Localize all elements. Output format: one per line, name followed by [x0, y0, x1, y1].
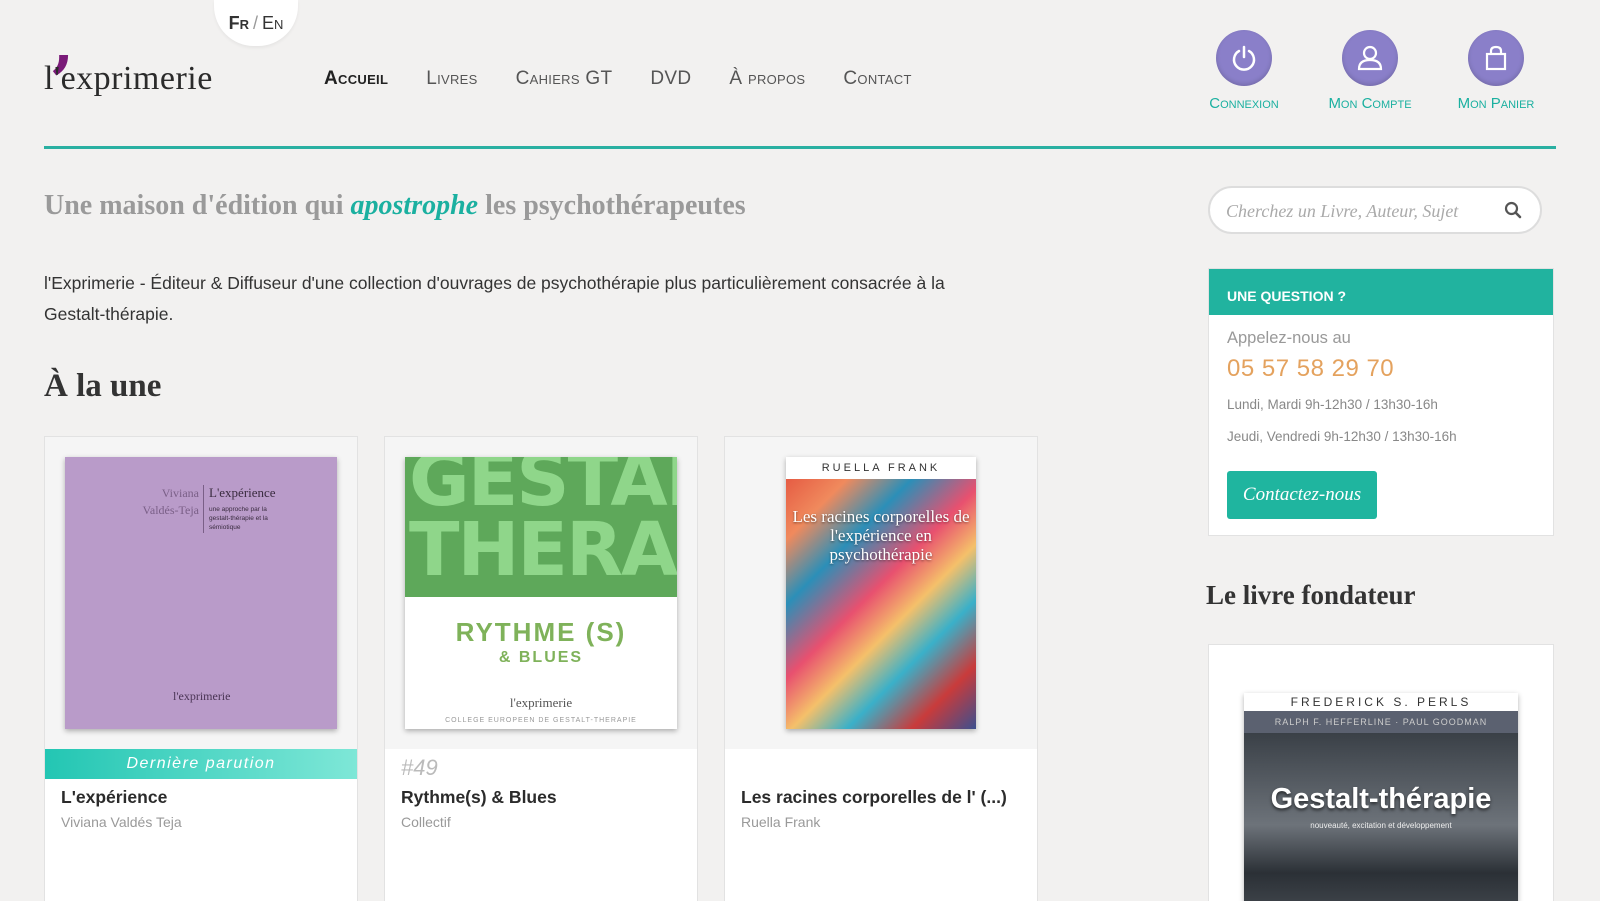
book-author: Viviana Valdés Teja — [61, 814, 182, 830]
cover-big-text: GESTALT THERAPIE — [409, 457, 677, 593]
tagline-start: Une maison d'édition qui — [44, 190, 351, 221]
main-nav: Accueil Livres Cahiers GT DVD À propos C… — [324, 68, 950, 90]
cover-subtitle: & BLUES — [498, 649, 584, 666]
lang-separator: / — [252, 12, 258, 33]
book-cover[interactable]: FREDERICK S. PERLS RALPH F. HEFFERLINE ·… — [1244, 693, 1518, 901]
opening-hours: Lundi, Mardi 9h-12h30 / 13h30-16h — [1227, 397, 1438, 412]
logo-text: l'exprimerie — [44, 60, 213, 97]
book-cover[interactable]: RUELLA FRANK Les racines corporelles de … — [786, 457, 976, 729]
book-cover[interactable]: GESTALT THERAPIE RYTHME (S) & BLUES l'ex… — [405, 457, 677, 729]
book-title[interactable]: Rythme(s) & Blues — [401, 787, 557, 808]
book-title[interactable]: Les racines corporelles de l' (...) — [741, 787, 1007, 808]
cover-publisher: l'exprimerie — [509, 695, 573, 710]
book-card[interactable]: RUELLA FRANK Les racines corporelles de … — [724, 436, 1038, 901]
cover-author-line-1: Viviana — [161, 486, 199, 500]
cover-title: RYTHME (S) — [455, 617, 627, 647]
cover-divider — [203, 485, 204, 533]
cover-title: Gestalt-thérapie — [1270, 783, 1492, 815]
cover-footer: COLLEGE EUROPEEN DE GESTALT-THERAPIE — [445, 717, 637, 724]
book-card[interactable]: Viviana Valdés-Teja L'expérience une appr… — [44, 436, 358, 901]
nav-a-propos[interactable]: À propos — [729, 68, 805, 90]
mon-compte-button[interactable]: Mon Compte — [1322, 30, 1418, 112]
phone-number[interactable]: 05 57 58 29 70 — [1227, 355, 1394, 383]
nav-livres[interactable]: Livres — [426, 68, 477, 90]
lang-en-link[interactable]: En — [262, 13, 283, 34]
lang-fr-link[interactable]: Fr — [229, 13, 249, 34]
book-card[interactable]: GESTALT THERAPIE RYTHME (S) & BLUES l'ex… — [384, 436, 698, 901]
question-heading: UNE QUESTION ? — [1209, 269, 1553, 315]
search-icon[interactable] — [1504, 201, 1522, 219]
call-label: Appelez-nous au — [1227, 329, 1351, 347]
nav-contact[interactable]: Contact — [843, 68, 911, 90]
founder-book-card[interactable]: FREDERICK S. PERLS RALPH F. HEFFERLINE ·… — [1208, 644, 1554, 901]
cover-banner: GESTALT THERAPIE — [405, 457, 677, 597]
cover-author: Viviana Valdés-Teja — [135, 485, 199, 519]
mon-panier-button[interactable]: Mon Panier — [1448, 30, 1544, 112]
featured-books: Viviana Valdés-Teja L'expérience une appr… — [44, 436, 1038, 901]
cover-publisher: l'exprimerie — [173, 689, 231, 703]
cover-artwork: RUELLA FRANK Les racines corporelles de … — [786, 457, 976, 729]
site-logo[interactable]: , l'exprimerie — [44, 12, 234, 102]
cover-title: L'expérience — [209, 485, 276, 500]
contact-button[interactable]: Contactez-nous — [1227, 471, 1377, 519]
power-icon — [1216, 30, 1272, 86]
cover-author: RUELLA FRANK — [786, 457, 976, 479]
cover-coauthors: RALPH F. HEFFERLINE · PAUL GOODMAN — [1274, 717, 1488, 727]
shopping-bag-icon — [1468, 30, 1524, 86]
cover-title: Les racines corporelles de l'expérience … — [792, 507, 970, 564]
user-tools: Connexion Mon Compte Mon Panier — [1196, 30, 1544, 112]
question-box: UNE QUESTION ? Appelez-nous au 05 57 58 … — [1208, 268, 1554, 536]
connexion-button[interactable]: Connexion — [1196, 30, 1292, 112]
nav-accueil[interactable]: Accueil — [324, 68, 388, 90]
book-cover-area: Viviana Valdés-Teja L'expérience une appr… — [45, 437, 357, 749]
cover-author-line-2: Valdés-Teja — [142, 503, 199, 517]
tagline-highlight: apostrophe — [350, 190, 479, 221]
founder-book-title: Le livre fondateur — [1206, 580, 1416, 610]
book-cover-area: GESTALT THERAPIE RYTHME (S) & BLUES l'ex… — [385, 437, 697, 749]
nav-dvd[interactable]: DVD — [650, 68, 691, 90]
book-cover-area: RUELLA FRANK Les racines corporelles de … — [725, 437, 1037, 749]
book-author: Collectif — [401, 814, 451, 830]
issue-number: #49 — [401, 755, 438, 780]
connexion-label: Connexion — [1209, 95, 1279, 112]
cover-subtitle: une approche par la gestalt-thérapie et … — [209, 506, 268, 531]
user-icon — [1342, 30, 1398, 86]
mon-compte-label: Mon Compte — [1328, 95, 1412, 112]
section-title-a-la-une: À la une — [44, 368, 162, 404]
tagline: Une maison d'édition qui apostrophe les … — [44, 190, 746, 222]
new-release-ribbon: Dernière parution — [45, 749, 357, 779]
opening-hours: Jeudi, Vendredi 9h-12h30 / 13h30-16h — [1227, 429, 1457, 444]
mon-panier-label: Mon Panier — [1457, 95, 1535, 112]
cover-subtitle: nouveauté, excitation et développement — [1310, 821, 1452, 830]
tagline-end: les psychothérapeutes — [478, 190, 746, 221]
book-author: Ruella Frank — [741, 814, 821, 830]
book-title[interactable]: L'expérience — [61, 787, 167, 808]
nav-cahiers-gt[interactable]: Cahiers GT — [516, 68, 613, 90]
search-box — [1208, 186, 1542, 234]
header-divider — [44, 146, 1556, 149]
search-input[interactable] — [1226, 198, 1486, 224]
intro-text: l'Exprimerie - Éditeur & Diffuseur d'une… — [44, 273, 945, 324]
cover-author: FREDERICK S. PERLS — [1290, 695, 1472, 709]
book-cover[interactable]: Viviana Valdés-Teja L'expérience une appr… — [65, 457, 337, 729]
